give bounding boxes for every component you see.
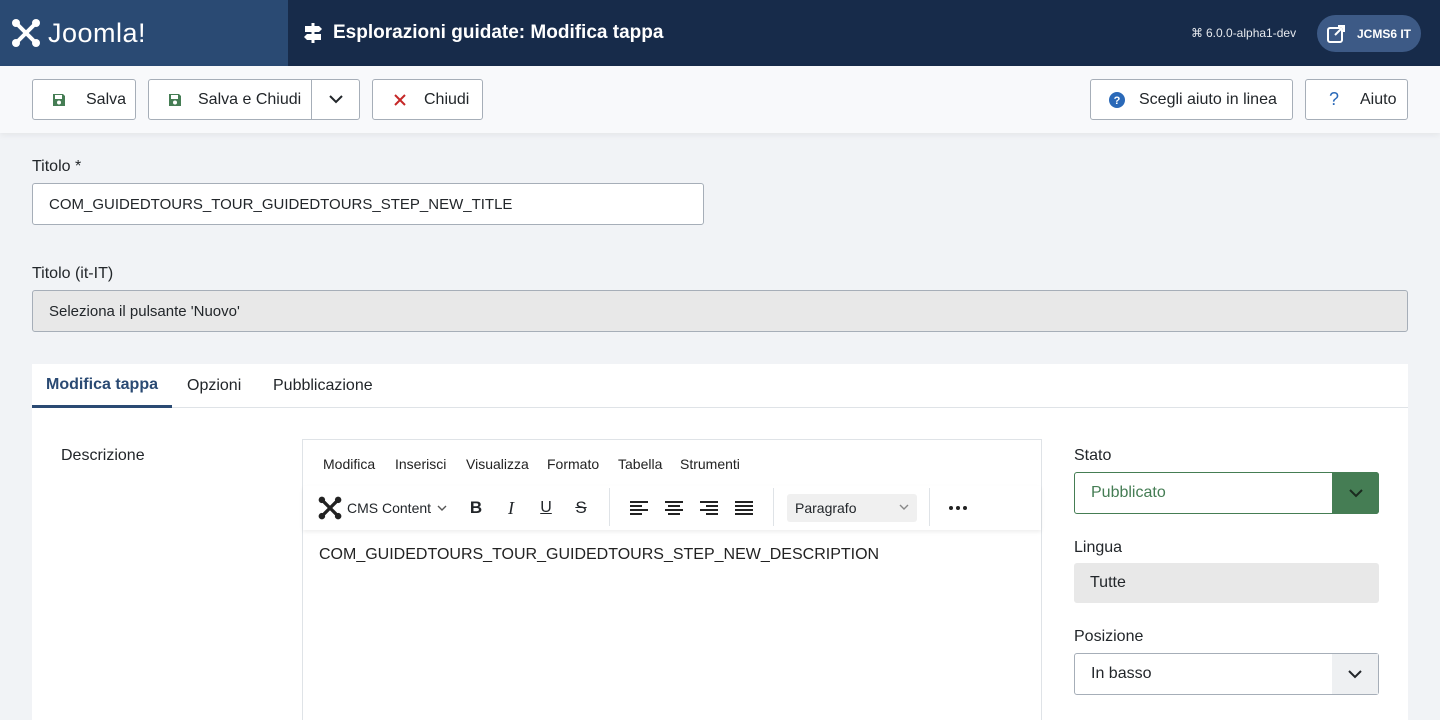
position-value: In basso (1091, 665, 1152, 682)
toolbar-separator (929, 488, 930, 526)
align-right-button[interactable] (696, 494, 722, 522)
title-translated-field: Seleziona il pulsante 'Nuovo' (32, 290, 1408, 332)
menu-view[interactable]: Visualizza (466, 456, 529, 472)
user-menu-button[interactable]: JCMS6 IT (1317, 15, 1421, 52)
menu-table[interactable]: Tabella (618, 456, 662, 472)
align-center-icon (665, 501, 683, 515)
save-close-button[interactable]: Salva e Chiudi (148, 79, 360, 120)
tab-publishing[interactable]: Pubblicazione (273, 364, 373, 408)
menu-insert[interactable]: Inserisci (395, 456, 446, 472)
page-title-group: Esplorazioni guidate: Modifica tappa (302, 0, 663, 66)
bold-button[interactable]: B (463, 494, 489, 522)
svg-text:?: ? (1114, 95, 1121, 107)
bold-icon: B (469, 498, 483, 517)
joomla-logo[interactable]: Joomla! (0, 0, 288, 66)
state-value: Pubblicato (1091, 484, 1166, 501)
help-label: Aiuto (1360, 90, 1397, 108)
title-input[interactable]: COM_GUIDEDTOURS_TOUR_GUIDEDTOURS_STEP_NE… (32, 183, 704, 225)
state-select-caret (1332, 472, 1379, 514)
title-translated-label: Titolo (it-IT) (32, 265, 114, 282)
toolbar-separator (773, 488, 774, 526)
user-menu-label: JCMS6 IT (1357, 26, 1412, 41)
version-info: ⌘ 6.0.0-alpha1-dev (1191, 26, 1296, 40)
more-horizontal-icon (949, 506, 967, 510)
italic-icon: I (508, 497, 514, 518)
save-button[interactable]: Salva (32, 79, 136, 120)
question-icon: ? (1328, 89, 1339, 109)
save-dropdown-toggle[interactable] (311, 80, 360, 119)
tab-options[interactable]: Opzioni (187, 364, 241, 408)
position-select-caret (1332, 654, 1378, 694)
chevron-down-icon (899, 504, 909, 510)
editor-menubar: Modifica Inserisci Visualizza Formato Ta… (303, 440, 1041, 486)
state-select[interactable]: Pubblicato (1074, 472, 1379, 514)
joomla-small-icon: ⌘ (1191, 26, 1203, 40)
close-icon (392, 92, 408, 108)
tab-bar: Modifica tappa Opzioni Pubblicazione (32, 364, 1408, 408)
description-label: Descrizione (61, 447, 145, 464)
editor-content[interactable]: COM_GUIDEDTOURS_TOUR_GUIDEDTOURS_STEP_NE… (319, 546, 879, 564)
paragraph-format-select[interactable]: Paragrafo (787, 494, 917, 522)
strikethrough-button[interactable]: S (568, 494, 594, 522)
signpost-icon (304, 23, 322, 43)
rich-text-editor: Modifica Inserisci Visualizza Formato Ta… (302, 439, 1042, 720)
save-label: Salva (86, 90, 127, 108)
close-button[interactable]: Chiudi (372, 79, 483, 120)
tab-edit-step[interactable]: Modifica tappa (32, 364, 172, 408)
help-select-button[interactable]: ? Scegli aiuto in linea (1090, 79, 1293, 120)
align-center-button[interactable] (661, 494, 687, 522)
title-label: Titolo * (32, 158, 82, 175)
page-title: Esplorazioni guidate: Modifica tappa (333, 22, 664, 43)
chevron-down-icon (1348, 669, 1362, 678)
header-bar: Joomla! Esplorazioni guidate: Modifica t… (0, 0, 1440, 66)
underline-button[interactable]: U (533, 494, 559, 522)
toolbar-separator (609, 488, 610, 526)
external-link-icon (1327, 24, 1345, 43)
toolbar: Salva Salva e Chiudi Chiudi ? Scegli aiu… (0, 66, 1440, 133)
joomla-logo-icon (318, 496, 342, 520)
chevron-down-icon (328, 95, 343, 104)
save-icon (51, 92, 67, 108)
cms-content-label: CMS Content (347, 500, 432, 516)
help-button[interactable]: ? Aiuto (1305, 79, 1408, 120)
italic-button[interactable]: I (498, 494, 524, 522)
position-select[interactable]: In basso (1074, 653, 1379, 695)
language-label: Lingua (1074, 539, 1123, 556)
menu-edit[interactable]: Modifica (323, 456, 375, 472)
strikethrough-icon: S (575, 498, 587, 517)
chevron-down-icon (1348, 488, 1363, 497)
justify-button[interactable] (731, 494, 757, 522)
cms-content-dropdown[interactable]: CMS Content (317, 494, 457, 522)
align-left-button[interactable] (626, 494, 652, 522)
menu-format[interactable]: Formato (547, 456, 599, 472)
language-field: Tutte (1074, 563, 1379, 603)
align-left-icon (630, 501, 648, 515)
paragraph-format-label: Paragrafo (795, 500, 857, 516)
joomla-logo-icon (12, 19, 40, 47)
edit-card: Modifica tappa Opzioni Pubblicazione Des… (32, 364, 1408, 720)
save-close-label: Salva e Chiudi (198, 90, 302, 108)
more-button[interactable] (944, 494, 972, 522)
editor-toolbar: CMS Content B I U S Paragrafo (303, 486, 1041, 530)
close-label: Chiudi (424, 90, 470, 108)
align-right-icon (700, 501, 718, 515)
align-justify-icon (735, 501, 753, 515)
question-circle-icon: ? (1109, 91, 1125, 108)
version-text: 6.0.0-alpha1-dev (1206, 26, 1297, 40)
chevron-down-icon (437, 505, 447, 511)
logo-text: Joomla! (48, 17, 147, 48)
underline-icon: U (540, 499, 552, 516)
save-icon (167, 92, 183, 108)
help-select-label: Scegli aiuto in linea (1139, 90, 1277, 108)
position-label: Posizione (1074, 628, 1144, 645)
state-label: Stato (1074, 447, 1112, 464)
menu-tools[interactable]: Strumenti (680, 456, 740, 472)
